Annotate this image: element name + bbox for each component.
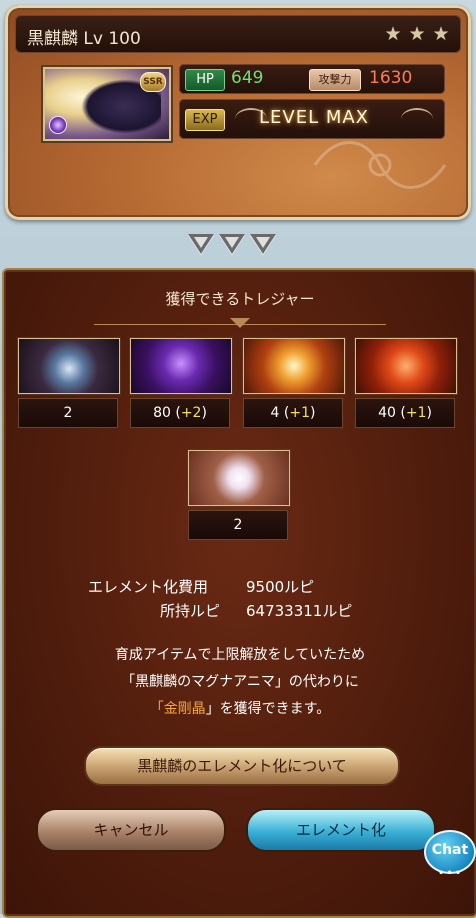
- treasure-item-white-crystal[interactable]: 2: [188, 450, 290, 540]
- cost-label: エレメント化費用: [88, 578, 209, 596]
- uncap-stars: ★ ★ ★: [383, 24, 451, 44]
- message-line: 「金剛晶」を獲得できます。: [149, 701, 331, 717]
- white-crystal-icon: [188, 450, 290, 506]
- character-portrait[interactable]: SSR: [43, 67, 171, 141]
- treasure-panel: 獲得できるトレジャー 2 80 (+2) 4 (+1) 40 (+1) 2 エレ…: [2, 268, 476, 918]
- exp-bar: EXP LEVEL MAX: [179, 99, 445, 139]
- arrow-down-icon: [219, 234, 245, 254]
- arrow-down-icon: [250, 234, 276, 254]
- attack-value: 1630: [369, 68, 413, 88]
- rarity-badge: SSR: [140, 72, 166, 92]
- level-max-text: LEVEL MAX: [259, 107, 370, 128]
- hp-value: 649: [231, 68, 264, 88]
- treasure-count: 2: [188, 510, 288, 540]
- treasure-count: 40 (+1): [355, 398, 455, 428]
- about-element-button[interactable]: 黒麒麟のエレメント化について: [84, 746, 400, 786]
- treasure-count: 2: [18, 398, 118, 428]
- treasure-count: 4 (+1): [243, 398, 343, 428]
- fire-quartz-icon: [355, 338, 457, 394]
- summon-card: 黒麒麟 Lv 100 ★ ★ ★ SSR HP 649 攻撃力 1630 EXP…: [5, 5, 471, 220]
- message-line: 育成アイテムで上限解放をしていたため: [114, 647, 366, 663]
- exp-label: EXP: [185, 109, 225, 131]
- hp-label: HP: [185, 69, 225, 91]
- dark-whorl-icon: [130, 338, 232, 394]
- character-name: 黒麒麟: [27, 29, 78, 49]
- arrow-down-icon: [188, 234, 214, 254]
- star-icon: ★: [408, 23, 426, 45]
- title-divider: [94, 310, 386, 325]
- owned-rupie-value: 64733311ルピ: [246, 602, 353, 620]
- down-arrows: [188, 234, 276, 254]
- owned-rupie-label: 所持ルピ: [160, 602, 221, 620]
- cancel-button[interactable]: キャンセル: [36, 808, 226, 852]
- chat-button[interactable]: Chat •••: [424, 830, 476, 879]
- character-level: Lv 100: [83, 29, 141, 49]
- message-line: 「黒麒麟のマグナアニマ」の代わりに: [121, 674, 359, 690]
- element-convert-button[interactable]: エレメント化: [246, 808, 436, 852]
- star-icon: ★: [432, 23, 450, 45]
- treasure-count: 80 (+2): [130, 398, 230, 428]
- chat-dots-icon: •••: [438, 868, 464, 879]
- star-icon: ★: [384, 23, 402, 45]
- reward-item-name: 金剛晶: [163, 701, 206, 717]
- panel-title: 獲得できるトレジャー: [165, 290, 315, 308]
- orb-icon: [18, 338, 120, 394]
- right-wing-ornament: [401, 108, 433, 130]
- attack-label: 攻撃力: [309, 69, 361, 91]
- name-bar: 黒麒麟 Lv 100 ★ ★ ★: [15, 15, 461, 53]
- treasure-item-orb[interactable]: 2: [18, 338, 120, 428]
- dark-element-icon: [49, 116, 67, 134]
- treasure-item-whorl[interactable]: 80 (+2): [130, 338, 232, 428]
- treasure-item-fire-quartz[interactable]: 40 (+1): [355, 338, 457, 428]
- stat-bar: HP 649 攻撃力 1630: [179, 64, 445, 94]
- crystal-icon: [243, 338, 345, 394]
- treasure-item-crystal[interactable]: 4 (+1): [243, 338, 345, 428]
- cost-value: 9500ルピ: [246, 578, 315, 596]
